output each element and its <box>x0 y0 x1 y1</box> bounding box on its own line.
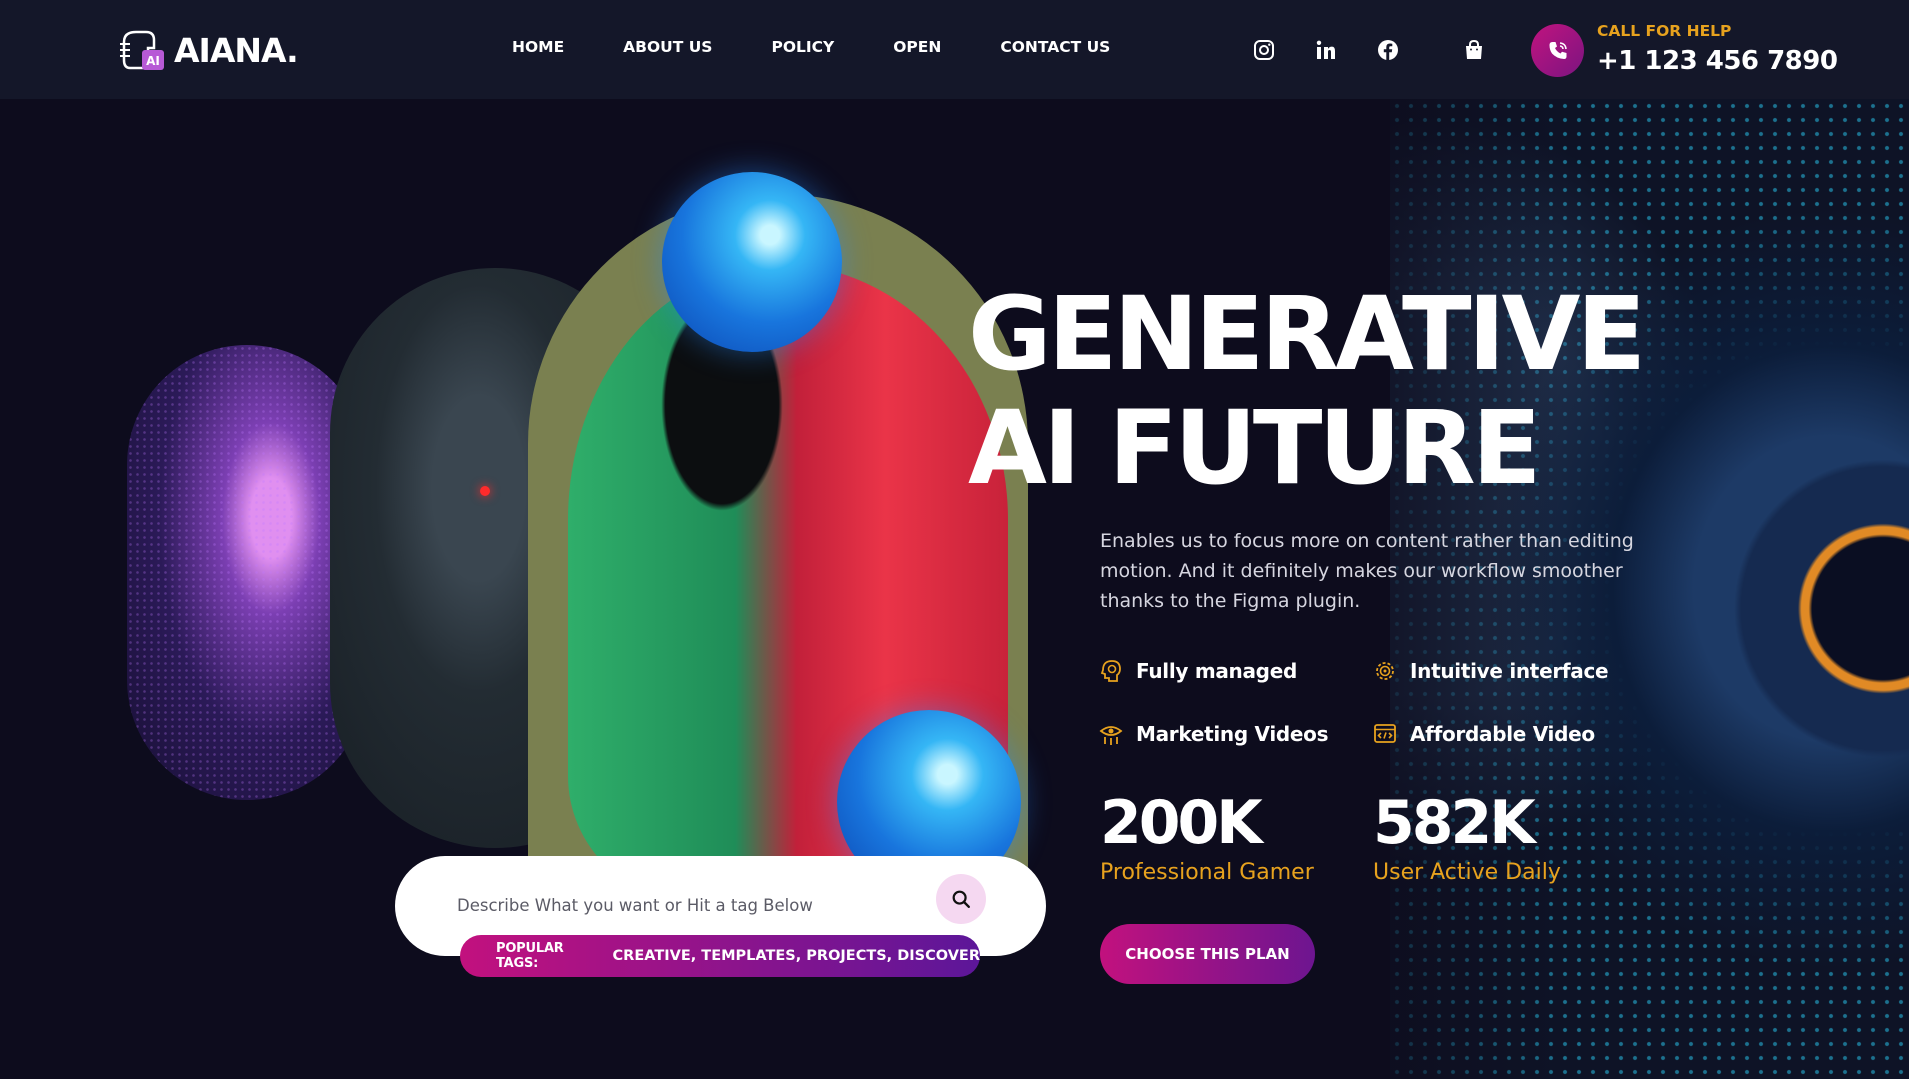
call-for-help-label: CALL FOR HELP <box>1597 22 1732 40</box>
hero-title-line-2: AI FUTURE <box>968 389 1542 508</box>
popular-tags-label: POPULAR TAGS: <box>496 941 564 971</box>
nav-contact-us[interactable]: CONTACT US <box>1000 38 1110 56</box>
brand-logo[interactable]: AI AIANA. <box>118 28 299 72</box>
feature-marketing-videos: Marketing Videos <box>1098 721 1329 747</box>
social-links <box>1252 38 1400 62</box>
feature-affordable-video: Affordable Video <box>1372 721 1595 747</box>
popular-tags-bar: POPULAR TAGS: CREATIVE, TEMPLATES, PROJE… <box>460 935 980 977</box>
code-window-icon <box>1374 724 1396 743</box>
phone-call-icon[interactable] <box>1531 24 1584 77</box>
stat-professional-gamer: 200K Professional Gamer <box>1100 790 1314 885</box>
main-nav: HOME ABOUT US POLICY OPEN CONTACT US <box>512 38 1110 56</box>
robot-head-ai-logo-icon: AI <box>120 30 164 70</box>
feature-label: Affordable Video <box>1410 722 1595 746</box>
instagram-icon[interactable] <box>1252 38 1276 62</box>
popular-tags-list[interactable]: CREATIVE, TEMPLATES, PROJECTS, DISCOVER <box>613 948 980 964</box>
feature-label: Intuitive interface <box>1410 659 1609 683</box>
facebook-icon[interactable] <box>1376 38 1400 62</box>
stat-value: 200K <box>1100 788 1263 858</box>
hero-description: Enables us to focus more on content rath… <box>1100 530 1634 612</box>
nav-policy[interactable]: POLICY <box>771 38 834 56</box>
linkedin-icon[interactable] <box>1314 38 1338 62</box>
phone-number[interactable]: +1 123 456 7890 <box>1597 46 1838 76</box>
stat-caption: Professional Gamer <box>1100 860 1314 885</box>
phone-icon <box>1549 41 1567 59</box>
brand-name: AIANA. <box>174 30 299 70</box>
nav-home[interactable]: HOME <box>512 38 564 56</box>
gear-brain-icon <box>1376 662 1394 680</box>
feature-fully-managed: Fully managed <box>1098 658 1297 684</box>
search-icon <box>952 890 970 908</box>
robot-red-eye <box>480 486 490 496</box>
stat-value: 582K <box>1373 788 1536 858</box>
search-button[interactable] <box>936 874 986 924</box>
blue-sphere-top <box>662 172 842 352</box>
stat-caption: User Active Daily <box>1373 860 1561 885</box>
feature-intuitive-interface: Intuitive interface <box>1372 658 1609 684</box>
nav-about-us[interactable]: ABOUT US <box>623 38 712 56</box>
brain-head-icon <box>1100 660 1121 682</box>
choose-this-plan-button[interactable]: CHOOSE THIS PLAN <box>1100 924 1315 984</box>
stat-user-active-daily: 582K User Active Daily <box>1373 790 1561 885</box>
hero-title: GENERATIVE AI FUTURE <box>968 275 1646 508</box>
prompt-search-input[interactable] <box>455 886 1019 924</box>
shopping-bag-icon[interactable] <box>1462 38 1486 62</box>
site-header: AI AIANA. HOME ABOUT US POLICY OPEN CONT… <box>0 0 1909 99</box>
hero-title-line-1: GENERATIVE <box>968 275 1646 394</box>
feature-label: Marketing Videos <box>1136 722 1329 746</box>
svg-text:AI: AI <box>146 54 160 68</box>
robot-eye-icon <box>1099 726 1123 745</box>
nav-open[interactable]: OPEN <box>893 38 941 56</box>
feature-label: Fully managed <box>1136 659 1297 683</box>
